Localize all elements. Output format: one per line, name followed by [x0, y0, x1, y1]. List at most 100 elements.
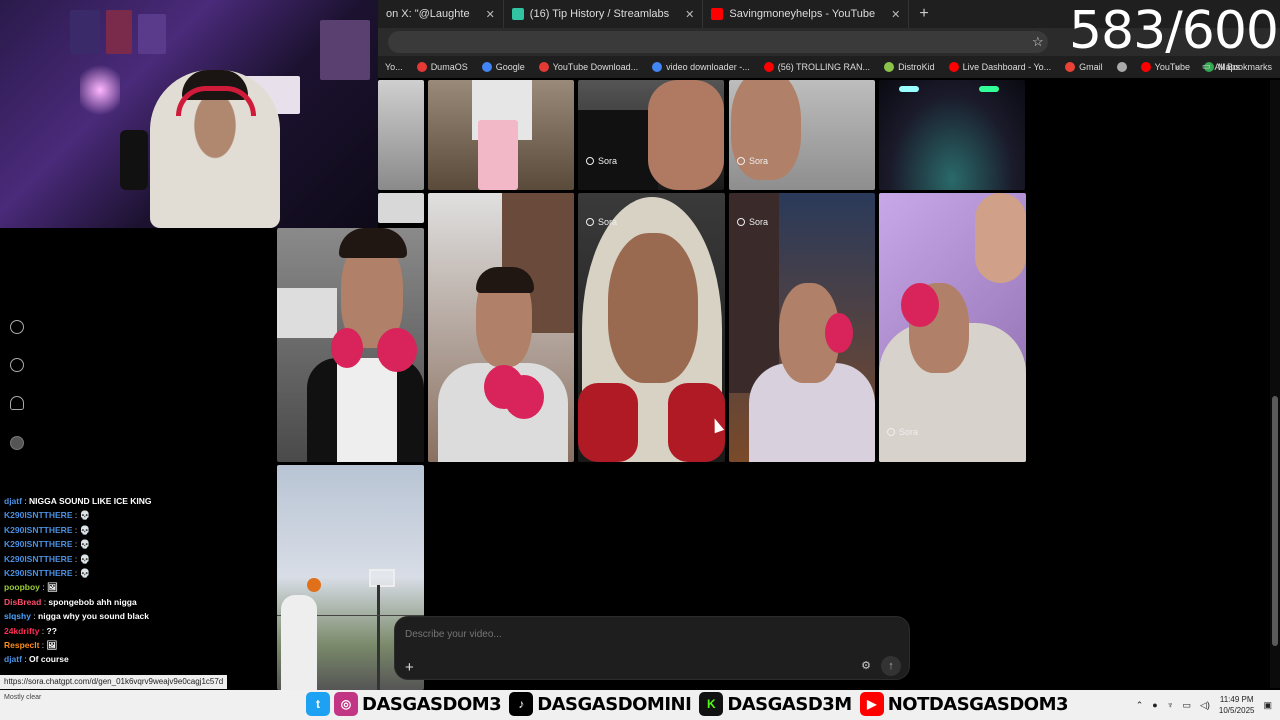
chat-text: nigga why you sound black — [38, 611, 150, 622]
sora-watermark: Sora — [586, 217, 617, 227]
distrokid-icon — [884, 62, 895, 72]
bookmark-label: Live Dashboard - Yo... — [962, 62, 1052, 72]
headphone-cup — [331, 328, 363, 368]
video-tile[interactable]: Sora — [879, 193, 1026, 462]
chat-text: 💀 — [79, 568, 91, 579]
app-icon[interactable]: ● — [1152, 700, 1157, 710]
bookmark-label: DistroKid — [898, 62, 935, 72]
social-taskbar: Mostly clear t ◎ DASGASDOM3 ♪ DASGASDOMI… — [0, 690, 1280, 720]
gmail-icon — [1065, 62, 1076, 72]
light — [899, 86, 919, 92]
chat-text: 💀 — [79, 553, 91, 564]
twitter-icon: t — [306, 692, 330, 716]
bookmark-item[interactable]: Live Dashboard - Yo... — [942, 62, 1059, 72]
player — [281, 595, 317, 690]
chat-message: K290ISNTTHERE : 💀 — [4, 568, 91, 579]
video-tile[interactable] — [428, 80, 574, 190]
clock[interactable]: 11:49 PM 10/5/2025 — [1219, 694, 1255, 716]
chat-text: NIGGA SOUND LIKE ICE KING — [29, 496, 152, 506]
explore-icon[interactable] — [10, 320, 24, 334]
video-tile[interactable]: Sora — [578, 193, 725, 462]
weather-text: Mostly clear — [4, 694, 42, 701]
microphone-icon[interactable]: ♆ — [1167, 700, 1174, 710]
bookmark-item[interactable]: Gmail — [1058, 62, 1110, 72]
close-icon[interactable]: ✕ — [891, 8, 900, 21]
bookmark-item[interactable]: Yo... — [378, 62, 410, 72]
url-input[interactable] — [388, 31, 1048, 53]
chat-message: K290ISNTTHERE : 💀 — [4, 510, 91, 521]
google-icon — [652, 62, 663, 72]
avatar[interactable] — [10, 436, 24, 450]
bookmark-item[interactable] — [1110, 62, 1134, 72]
video-tile[interactable]: Sora — [729, 80, 875, 190]
face — [975, 193, 1026, 283]
video-tile[interactable]: Sora — [578, 80, 724, 190]
sora-watermark: Sora — [737, 156, 768, 166]
clock-date: 10/5/2025 — [1218, 706, 1255, 715]
close-icon[interactable]: ✕ — [685, 8, 694, 21]
hoodie — [337, 358, 397, 462]
new-tab-button[interactable]: + — [909, 5, 938, 23]
video-tile[interactable] — [378, 193, 424, 223]
wall-poster — [70, 10, 100, 54]
shorts — [578, 110, 658, 190]
scroll-thumb[interactable] — [1272, 396, 1278, 646]
bookmark-item[interactable]: DistroKid — [877, 62, 942, 72]
video-tile[interactable] — [428, 193, 574, 462]
tab-youtube[interactable]: Savingmoneyhelps - YouTube ✕ — [703, 0, 910, 28]
system-tray: ⌃ ● ♆ ▭ ◁) 11:49 PM 10/5/2025 ▣ — [1136, 690, 1272, 720]
bookmarks-bar: Yo... DumaOS Google YouTube Download... … — [378, 56, 1280, 78]
status-url: https://sora.chatgpt.com/d/gen_01k6vqrv9… — [0, 675, 228, 689]
video-tile[interactable] — [277, 228, 424, 462]
chat-user: djatf — [4, 496, 22, 506]
sora-watermark: Sora — [887, 427, 918, 437]
headphone-cup — [901, 283, 939, 327]
tiktok-icon: ♪ — [509, 692, 534, 716]
bookmark-label: Google — [495, 62, 525, 72]
bookmark-item[interactable]: Google — [475, 62, 532, 72]
send-button[interactable]: ↑ — [881, 656, 901, 676]
network-icon[interactable]: ▭ — [1182, 700, 1191, 711]
clock-time: 11:49 PM — [1219, 695, 1254, 704]
sora-label: Sora — [899, 427, 919, 437]
bell-icon[interactable] — [10, 396, 24, 410]
basketball — [307, 578, 321, 592]
youtube-icon — [948, 62, 959, 72]
chat-message: K290ISNTTHERE : 💀 — [4, 539, 91, 550]
tab-x[interactable]: on X: "@Laughte ✕ — [378, 0, 504, 28]
describe-video-input[interactable] — [405, 629, 805, 640]
chat-user: DisBread — [4, 596, 42, 607]
chevron-up-icon[interactable]: ⌃ — [1136, 700, 1144, 711]
tab-streamlabs[interactable]: (16) Tip History / Streamlabs ✕ — [504, 0, 704, 28]
bookmark-star-icon[interactable]: ☆ — [1032, 34, 1044, 50]
chat-user: K290ISNTTHERE — [4, 510, 73, 521]
car — [277, 288, 337, 338]
all-bookmarks-button[interactable]: » ▭ All Bookmarks — [1175, 61, 1272, 72]
video-tile[interactable]: Sora — [729, 193, 875, 462]
settings-sliders-icon[interactable]: ⚙ — [861, 659, 871, 672]
lamp — [80, 60, 120, 120]
bookmark-item[interactable]: YouTube Download... — [532, 62, 645, 72]
add-attachment-button[interactable]: + — [405, 659, 414, 676]
chat-message: poopboy : 🖼 — [4, 582, 58, 593]
close-icon[interactable]: ✕ — [486, 8, 495, 21]
search-icon[interactable] — [10, 358, 24, 372]
speaker-icon[interactable]: ◁) — [1200, 700, 1210, 711]
chat-text: 🖼 — [46, 640, 58, 651]
chat-user: poopboy — [4, 582, 40, 593]
chat-user: slqshy — [4, 611, 31, 622]
bookmark-item[interactable]: DumaOS — [410, 62, 475, 72]
bookmark-item[interactable]: (56) TROLLING RAN... — [757, 62, 877, 72]
bookmark-item[interactable]: video downloader -... — [645, 62, 757, 72]
video-tile[interactable] — [378, 80, 424, 190]
kick-icon: K — [699, 692, 724, 716]
chevron-right-icon[interactable]: » — [1175, 62, 1180, 72]
youtube-icon — [1140, 62, 1151, 72]
notification-icon[interactable]: ▣ — [1263, 700, 1272, 711]
chat-message: 24kdrifty : ?? — [4, 625, 57, 636]
scrollbar[interactable] — [1270, 80, 1280, 688]
sora-label: Sora — [598, 156, 618, 166]
video-tile[interactable] — [879, 80, 1025, 190]
chat-text: ?? — [46, 625, 57, 636]
sora-label: Sora — [598, 217, 618, 227]
